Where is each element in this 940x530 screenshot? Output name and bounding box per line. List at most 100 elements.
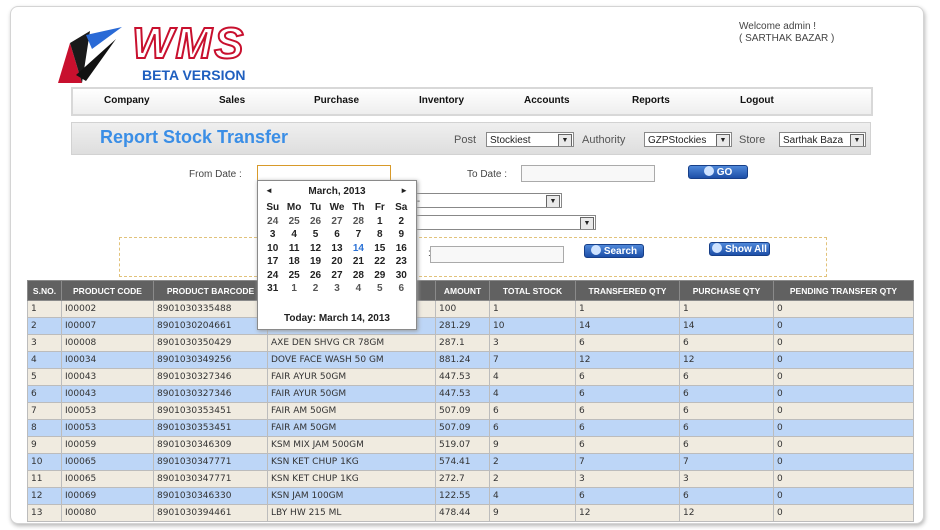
- calendar-day[interactable]: 16: [391, 242, 412, 256]
- calendar-days: 24 25 26 27 28 1 2 3 4 5 6 7 8 9 10 11 12 13 14 15 16 17 18 19 2…: [262, 215, 412, 296]
- calendar-day[interactable]: 1: [369, 215, 390, 229]
- search-icon: [590, 245, 601, 255]
- chevron-down-icon[interactable]: ▼: [558, 134, 572, 146]
- calendar-day[interactable]: 17: [262, 255, 283, 269]
- table-row[interactable]: 2I000078901030204661AXE DEN SHVG CR 30 G…: [27, 317, 914, 335]
- table-cell: 8901030350429: [153, 334, 268, 352]
- table-cell: 0: [773, 368, 914, 386]
- table-cell: 13: [27, 504, 62, 522]
- calendar-day[interactable]: 3: [262, 228, 283, 242]
- table-row[interactable]: 4 I00034 8901030349256 DOVE FACE WASH 50 GM…: [27, 351, 914, 369]
- chevron-down-icon[interactable]: ▼: [716, 134, 730, 146]
- search-button[interactable]: Search: [584, 244, 644, 258]
- search-input[interactable]: [430, 246, 564, 263]
- calendar-day[interactable]: 11: [283, 242, 304, 256]
- calendar-day[interactable]: 20: [326, 255, 347, 269]
- calendar-day[interactable]: 18: [283, 255, 304, 269]
- show-all-button[interactable]: Show All: [709, 242, 770, 256]
- welcome-text: Welcome admin !: [739, 21, 817, 32]
- calendar-day[interactable]: 10: [262, 242, 283, 256]
- chevron-down-icon[interactable]: ▼: [850, 134, 864, 146]
- table-row[interactable]: 8 I00053 8901030353451 FAIR AM 50GM 507.09 6 6…: [27, 419, 914, 437]
- table-row[interactable]: 10 I00065 8901030347771 KSN KET CHUP 1KG 574…: [27, 453, 914, 471]
- post-select[interactable]: Stockiest ▼: [486, 132, 574, 147]
- calendar-day[interactable]: 28: [348, 215, 369, 229]
- calendar-day[interactable]: 19: [305, 255, 326, 269]
- table-row[interactable]: 9 I00059 8901030346309 KSM MIX JAM 500GM 519…: [27, 436, 914, 454]
- nav-logout[interactable]: Logout: [740, 95, 774, 106]
- calendar-day[interactable]: 5: [305, 228, 326, 242]
- nav-accounts[interactable]: Accounts: [524, 95, 570, 106]
- table-row[interactable]: 7 I00053 8901030353451 FAIR AM 50GM 507.09 6 6…: [27, 402, 914, 420]
- calendar-day[interactable]: 15: [369, 242, 390, 256]
- calendar-day[interactable]: 27: [326, 215, 347, 229]
- calendar-day[interactable]: 1: [283, 282, 304, 296]
- category-select[interactable]: ▼: [405, 215, 596, 230]
- nav-inventory[interactable]: Inventory: [419, 95, 464, 106]
- table-cell: 8901030204661: [153, 317, 268, 335]
- nav-company[interactable]: Company: [104, 95, 150, 106]
- table-row[interactable]: 3 I00008 8901030350429 AXE DEN SHVG CR 78GM…: [27, 334, 914, 352]
- table-cell: I00043: [61, 368, 154, 386]
- table-cell: 6: [575, 402, 680, 420]
- calendar-day[interactable]: 7: [348, 228, 369, 242]
- table-cell: 281.29: [435, 317, 490, 335]
- calendar-day[interactable]: 28: [348, 269, 369, 283]
- logo-subtitle: BETA VERSION: [142, 67, 246, 83]
- go-button[interactable]: GO: [688, 165, 748, 179]
- calendar-day[interactable]: 6: [391, 282, 412, 296]
- calendar-day[interactable]: 5: [369, 282, 390, 296]
- calendar-day[interactable]: 3: [326, 282, 347, 296]
- calendar-day[interactable]: 26: [305, 215, 326, 229]
- chevron-down-icon[interactable]: ▼: [580, 217, 594, 229]
- calendar-day[interactable]: 4: [283, 228, 304, 242]
- calendar-day[interactable]: 26: [305, 269, 326, 283]
- calendar-day[interactable]: 13: [326, 242, 347, 256]
- calendar-day[interactable]: 29: [369, 269, 390, 283]
- calendar-day[interactable]: 4: [348, 282, 369, 296]
- calendar-day[interactable]: 24: [262, 269, 283, 283]
- calendar-day[interactable]: 25: [283, 215, 304, 229]
- calendar-grid: Su Mo Tu We Th Fr Sa 24 25 26 27 28 1 2 3 4 5 6 7 8 9 10 11 12…: [262, 201, 412, 296]
- calendar-day[interactable]: 2: [391, 215, 412, 229]
- calendar-day-today[interactable]: 14: [348, 242, 369, 256]
- calendar-day[interactable]: 23: [391, 255, 412, 269]
- next-month-icon[interactable]: ►: [400, 186, 408, 195]
- calendar-day[interactable]: 24: [262, 215, 283, 229]
- to-date-input[interactable]: [521, 165, 655, 182]
- nav-sales[interactable]: Sales: [219, 95, 245, 106]
- table-row[interactable]: 11 I00065 8901030347771 KSN KET CHUP 1KG 272…: [27, 470, 914, 488]
- nav-purchase[interactable]: Purchase: [314, 95, 359, 106]
- table-cell: 1: [679, 300, 774, 318]
- table-row[interactable]: 13 I00080 8901030394461 LBY HW 215 ML 478.44…: [27, 504, 914, 522]
- calendar-today-link[interactable]: Today: March 14, 2013: [258, 313, 416, 324]
- product-select[interactable]: ct- ▼: [405, 193, 562, 208]
- table-cell: KSN KET CHUP 1KG: [267, 453, 436, 471]
- table-row[interactable]: 12 I00069 8901030346330 KSN JAM 100GM 122.55…: [27, 487, 914, 505]
- table-cell: 2: [489, 470, 576, 488]
- calendar-day[interactable]: 8: [369, 228, 390, 242]
- store-select[interactable]: Sarthak Baza ▼: [779, 132, 866, 147]
- calendar-day[interactable]: 12: [305, 242, 326, 256]
- table-row[interactable]: 6 I00043 8901030327346 FAIR AYUR 50GM 447.53…: [27, 385, 914, 403]
- calendar-day[interactable]: 9: [391, 228, 412, 242]
- calendar-day[interactable]: 27: [326, 269, 347, 283]
- table-cell: 12: [27, 487, 62, 505]
- calendar-day[interactable]: 2: [305, 282, 326, 296]
- calendar-day[interactable]: 31: [262, 282, 283, 296]
- nav-reports[interactable]: Reports: [632, 95, 670, 106]
- calendar-day[interactable]: 25: [283, 269, 304, 283]
- calendar-day[interactable]: 30: [391, 269, 412, 283]
- calendar-day[interactable]: 21: [348, 255, 369, 269]
- chevron-down-icon[interactable]: ▼: [546, 195, 560, 207]
- table-row[interactable]: 5 I00043 8901030327346 FAIR AYUR 50GM 447.53…: [27, 368, 914, 386]
- column-header: PURCHASE QTY: [679, 280, 774, 301]
- table-cell: I00043: [61, 385, 154, 403]
- table-cell: 3: [27, 334, 62, 352]
- calendar-day[interactable]: 22: [369, 255, 390, 269]
- authority-select[interactable]: GZPStockies ▼: [644, 132, 732, 147]
- table-cell: 0: [773, 334, 914, 352]
- table-cell: 8901030349256: [153, 351, 268, 369]
- calendar-day[interactable]: 6: [326, 228, 347, 242]
- table-row[interactable]: 1 I00002 8901030335488 100 1 1 1 0: [27, 300, 914, 318]
